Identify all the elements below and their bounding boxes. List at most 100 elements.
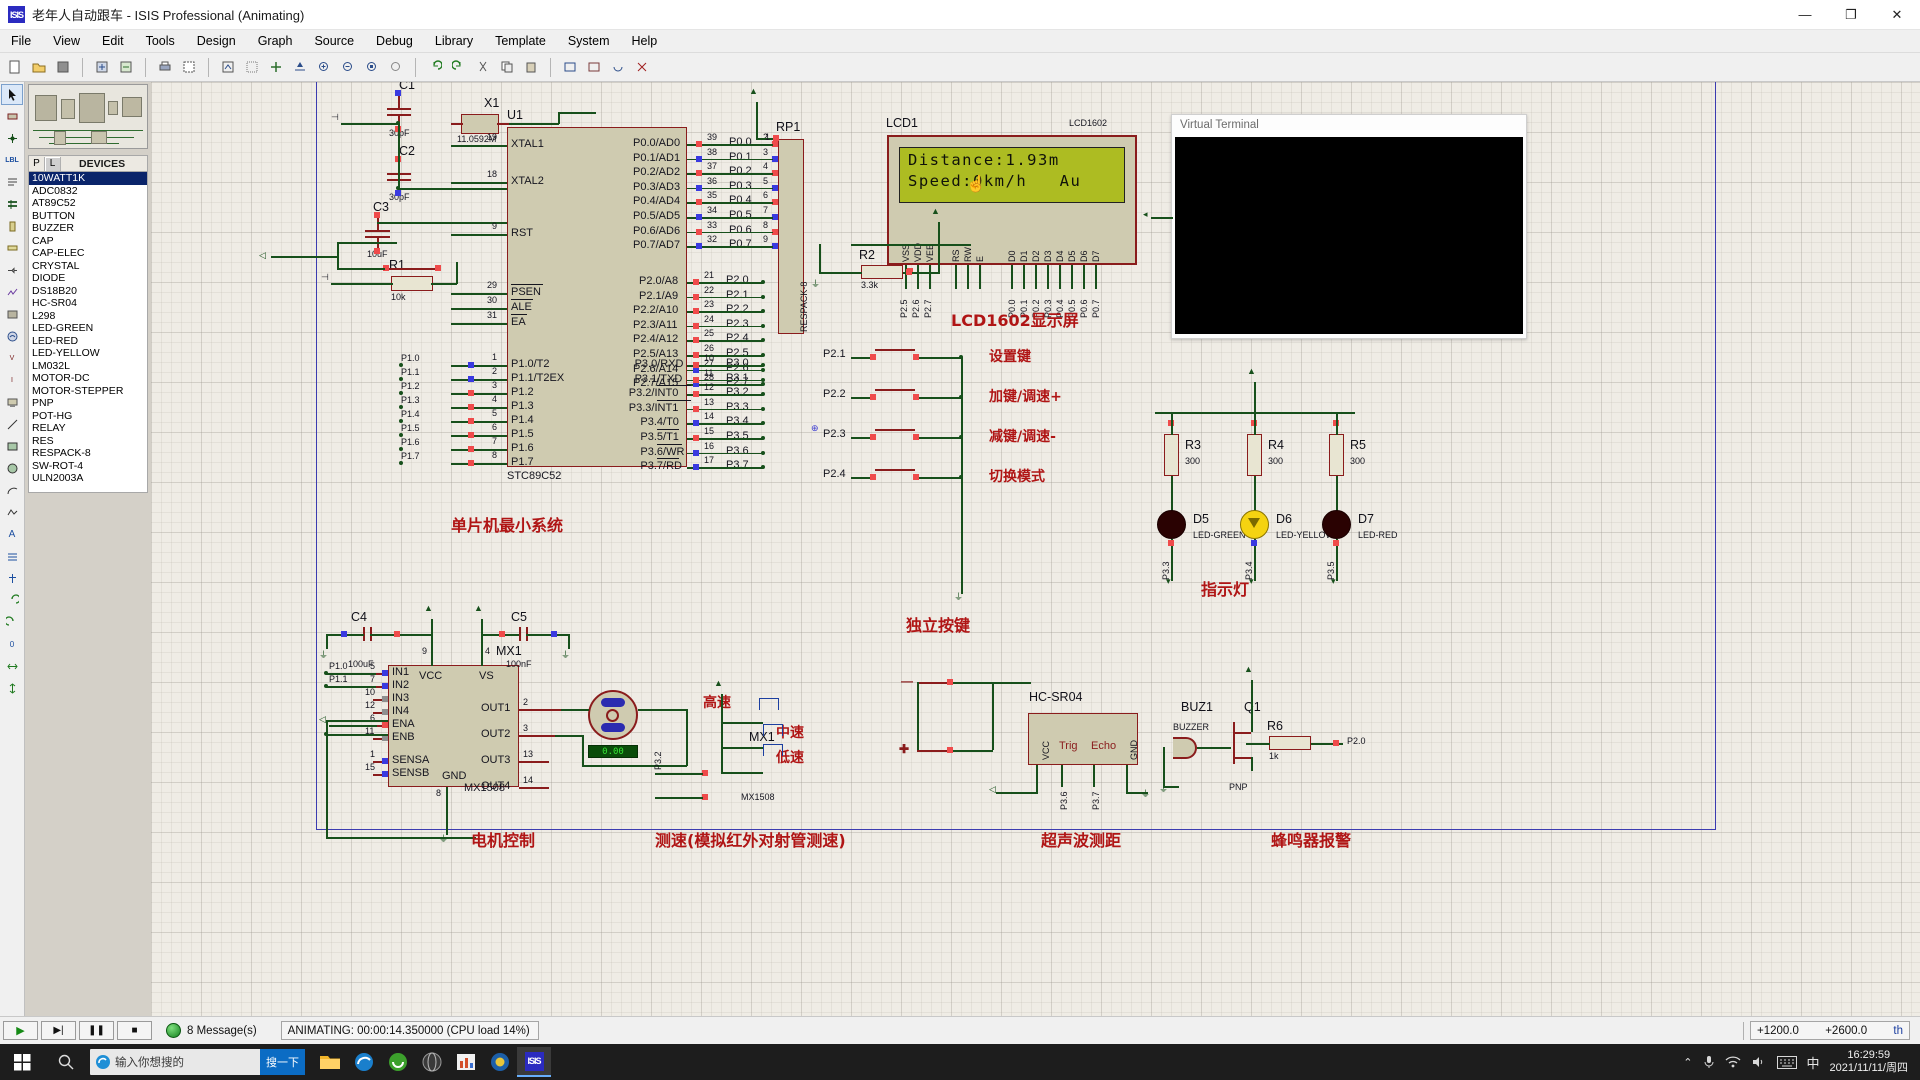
taskbar-search-box[interactable]: 输入你想搜的 搜一下 [90, 1049, 305, 1075]
voltage-probe-mode-icon[interactable]: V [1, 348, 23, 369]
junction-mode-icon[interactable] [1, 128, 23, 149]
device-list-item[interactable]: BUZZER [29, 222, 147, 235]
play-button[interactable]: ▶ [3, 1021, 38, 1040]
refresh-icon[interactable] [217, 56, 239, 78]
device-list-item[interactable]: PNP [29, 397, 147, 410]
r1-body[interactable] [391, 276, 433, 291]
virtual-terminal-window[interactable]: Virtual Terminal [1171, 114, 1527, 339]
graph-mode-icon[interactable] [1, 282, 23, 303]
circle-tool-icon[interactable] [1, 458, 23, 479]
grid-toggle-icon[interactable] [241, 56, 263, 78]
schematic-canvas[interactable]: C1 30pF C2 30pF X1 11.0592M [151, 82, 1920, 1016]
crystal-body[interactable] [461, 114, 499, 134]
new-file-icon[interactable] [4, 56, 26, 78]
device-list-item[interactable]: ADC0832 [29, 185, 147, 198]
indicator-led[interactable] [1157, 510, 1186, 539]
zoom-in-icon[interactable] [313, 56, 335, 78]
taskbar-app-media[interactable] [415, 1047, 449, 1077]
search-icon[interactable] [44, 1044, 88, 1080]
device-pick-tab[interactable]: P [29, 156, 45, 171]
chevron-up-icon[interactable]: ⌃ [1683, 1056, 1692, 1069]
menu-edit[interactable]: Edit [91, 32, 135, 50]
terminal-mode-icon[interactable] [1, 238, 23, 259]
device-list-item[interactable]: CAP-ELEC [29, 247, 147, 260]
menu-design[interactable]: Design [186, 32, 247, 50]
import-icon[interactable] [91, 56, 113, 78]
rotate-cw-icon[interactable] [1, 612, 23, 633]
menu-debug[interactable]: Debug [365, 32, 424, 50]
device-list-item[interactable]: RES [29, 435, 147, 448]
device-list-item[interactable]: AT89C52 [29, 197, 147, 210]
text-tool-icon[interactable]: A [1, 524, 23, 545]
arc-tool-icon[interactable] [1, 480, 23, 501]
export-icon[interactable] [115, 56, 137, 78]
component-mode-icon[interactable] [1, 106, 23, 127]
print-icon[interactable] [154, 56, 176, 78]
pan-icon[interactable] [289, 56, 311, 78]
minimize-button[interactable]: — [1782, 0, 1828, 30]
step-button[interactable]: ▶| [41, 1021, 76, 1040]
buzzer-symbol[interactable] [1173, 737, 1197, 759]
menu-help[interactable]: Help [621, 32, 669, 50]
bus-mode-icon[interactable] [1, 194, 23, 215]
block-delete-icon[interactable] [631, 56, 653, 78]
r2-body[interactable] [861, 265, 903, 279]
taskbar-app-edge[interactable] [347, 1047, 381, 1077]
generator-mode-icon[interactable] [1, 326, 23, 347]
device-list-item[interactable]: DS18B20 [29, 285, 147, 298]
menu-template[interactable]: Template [484, 32, 557, 50]
taskbar-app-browser[interactable] [381, 1047, 415, 1077]
device-list-item[interactable]: 10WATT1K [29, 172, 147, 185]
paste-icon[interactable] [520, 56, 542, 78]
tape-recorder-mode-icon[interactable] [1, 304, 23, 325]
block-copy-icon[interactable] [559, 56, 581, 78]
redo-icon[interactable] [448, 56, 470, 78]
device-list-item[interactable]: LM032L [29, 360, 147, 373]
search-submit-button[interactable]: 搜一下 [260, 1049, 305, 1075]
rotate-ccw-icon[interactable] [1, 590, 23, 611]
device-list-item[interactable]: ULN2003A [29, 472, 147, 485]
rotation-angle-icon[interactable]: 0 [1, 634, 23, 655]
device-list-item[interactable]: L298 [29, 310, 147, 323]
symbol-tool-icon[interactable] [1, 546, 23, 567]
maximize-button[interactable]: ❐ [1828, 0, 1874, 30]
r6-body[interactable] [1269, 736, 1311, 750]
marker-tool-icon[interactable] [1, 568, 23, 589]
led-resistor-body[interactable] [1329, 434, 1344, 476]
device-library-tab[interactable]: L [45, 156, 61, 171]
copy-icon[interactable] [496, 56, 518, 78]
reset-btn-pin-b[interactable] [435, 265, 441, 271]
device-list-item[interactable]: RELAY [29, 422, 147, 435]
menu-view[interactable]: View [42, 32, 91, 50]
path-tool-icon[interactable] [1, 502, 23, 523]
indicator-led[interactable] [1322, 510, 1351, 539]
menu-file[interactable]: File [0, 32, 42, 50]
device-list-item[interactable]: LED-YELLOW [29, 347, 147, 360]
taskbar-app-file-explorer[interactable] [313, 1047, 347, 1077]
taskbar-app-chart[interactable] [449, 1047, 483, 1077]
mirror-y-icon[interactable] [1, 678, 23, 699]
wire-label-mode-icon[interactable]: LBL [1, 150, 23, 171]
zoom-fit-icon[interactable] [385, 56, 407, 78]
device-list-item[interactable]: HC-SR04 [29, 297, 147, 310]
subcircuit-mode-icon[interactable] [1, 216, 23, 237]
line-tool-icon[interactable] [1, 414, 23, 435]
virtual-terminal-screen[interactable] [1175, 137, 1523, 334]
origin-icon[interactable] [265, 56, 287, 78]
menu-system[interactable]: System [557, 32, 621, 50]
open-file-icon[interactable] [28, 56, 50, 78]
schematic-overview-panel[interactable] [28, 84, 148, 149]
cut-icon[interactable] [472, 56, 494, 78]
device-list[interactable]: 10WATT1K ADC0832 AT89C52 BUTTON BUZZER CAP CAP… [28, 171, 148, 493]
taskbar-app-camera[interactable] [483, 1047, 517, 1077]
device-list-item[interactable]: CAP [29, 235, 147, 248]
taskbar-app-isis[interactable]: ISIS [517, 1047, 551, 1077]
device-list-item[interactable]: MOTOR-DC [29, 372, 147, 385]
led-resistor-body[interactable] [1164, 434, 1179, 476]
menu-tools[interactable]: Tools [135, 32, 186, 50]
undo-icon[interactable] [424, 56, 446, 78]
menu-graph[interactable]: Graph [247, 32, 304, 50]
device-list-item[interactable]: MOTOR-STEPPER [29, 385, 147, 398]
block-move-icon[interactable] [583, 56, 605, 78]
device-list-item[interactable]: RESPACK-8 [29, 447, 147, 460]
